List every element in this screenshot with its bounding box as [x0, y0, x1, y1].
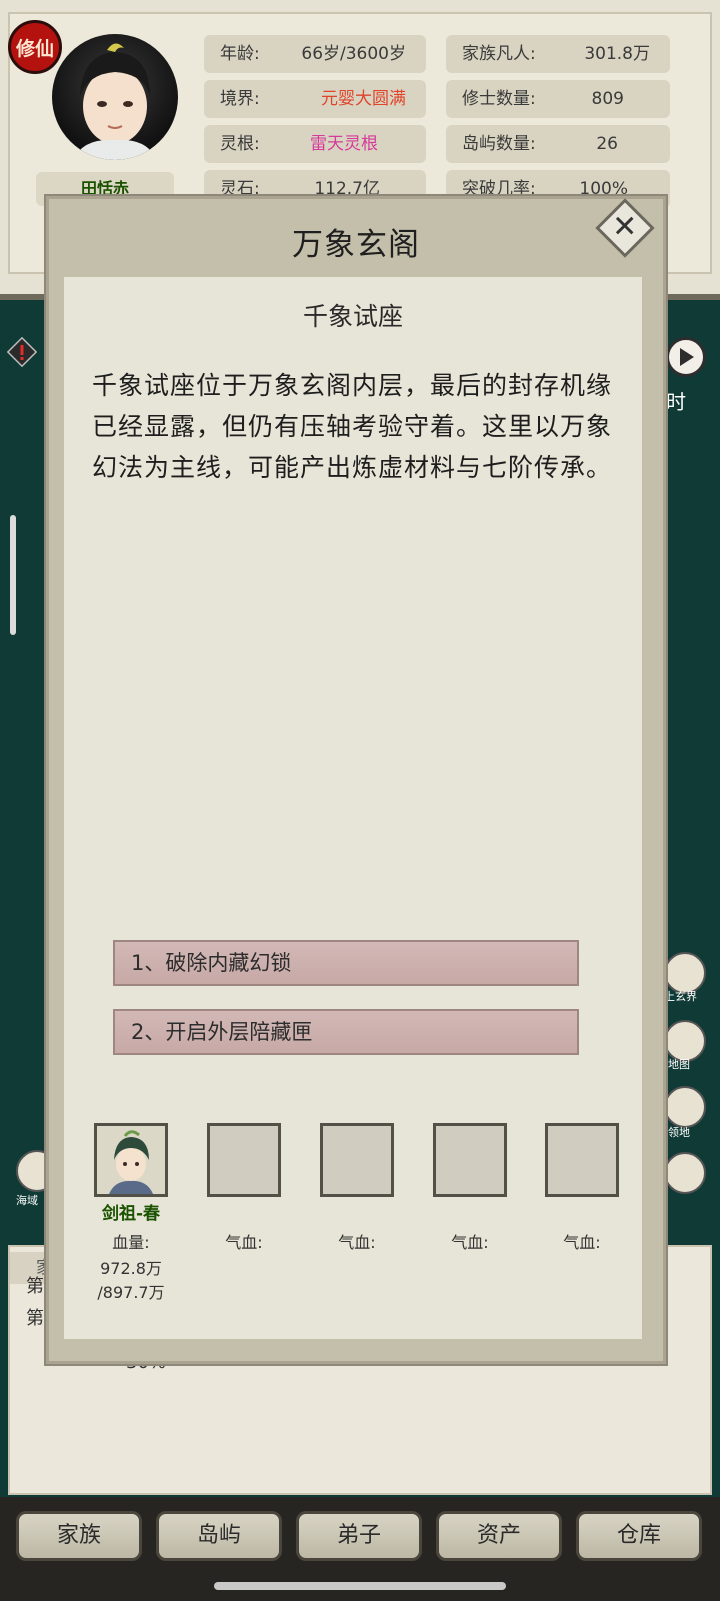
- team-slot-1[interactable]: [94, 1123, 168, 1197]
- list-item: 第: [26, 1308, 44, 1329]
- hero-name: 剑祖-春: [101, 1204, 161, 1224]
- slot-hp-label: 气血:: [563, 1233, 601, 1252]
- dialog-title: 万象玄阁: [292, 227, 420, 263]
- nav-islands-button[interactable]: 岛屿: [156, 1511, 282, 1561]
- stat-label: 年龄:: [220, 44, 260, 64]
- side-label-territory: 领地: [668, 1126, 690, 1139]
- hero-hp-max: /897.7万: [97, 1283, 165, 1302]
- warning-icon[interactable]: [6, 336, 38, 368]
- home-indicator[interactable]: [214, 1582, 506, 1590]
- stat-value: 雷天灵根: [310, 134, 378, 154]
- hero-hp-current: 972.8万: [100, 1259, 162, 1278]
- stat-label: 家族凡人:: [462, 44, 536, 64]
- stat-value: 301.8万: [584, 44, 650, 64]
- slot-hp-label: 气血:: [338, 1233, 376, 1252]
- stat-label: 灵根:: [220, 134, 260, 154]
- stat-realm: 境界: 元婴大圆满: [204, 80, 426, 118]
- stat-value: 809: [591, 89, 624, 109]
- cultivation-seal-icon[interactable]: 修仙: [8, 20, 62, 74]
- team-slot-3[interactable]: [320, 1123, 394, 1197]
- player-avatar[interactable]: [52, 34, 178, 160]
- team-slot-2[interactable]: [207, 1123, 281, 1197]
- option-button-2[interactable]: 2、开启外层陪藏匣: [113, 1009, 579, 1055]
- play-icon[interactable]: [666, 337, 706, 377]
- stat-mortals: 家族凡人: 301.8万: [446, 35, 670, 73]
- nav-family-button[interactable]: 家族: [16, 1511, 142, 1561]
- slot-hp-label: 气血:: [451, 1233, 489, 1252]
- gear-icon[interactable]: [664, 1152, 706, 1194]
- stat-age: 年龄: 66岁/3600岁: [204, 35, 426, 73]
- team-slot-5[interactable]: [545, 1123, 619, 1197]
- dialog-body: 千象试座 千象试座位于万象玄阁内层，最后的封存机缘已经显露，但仍有压轴考验守着。…: [64, 277, 642, 1339]
- side-label-sea: 海域: [16, 1194, 38, 1207]
- stat-cultivators: 修士数量: 809: [446, 80, 670, 118]
- stat-spirit-root: 灵根: 雷天灵根: [204, 125, 426, 163]
- option-button-1[interactable]: 1、破除内藏幻锁: [113, 940, 579, 986]
- team-slot-4[interactable]: [433, 1123, 507, 1197]
- list-item: 第: [26, 1276, 44, 1297]
- stat-value: 26: [596, 134, 618, 154]
- stat-label: 境界:: [220, 89, 260, 109]
- stat-islands: 岛屿数量: 26: [446, 125, 670, 163]
- stat-value: 66岁/3600岁: [301, 44, 406, 64]
- nav-warehouse-button[interactable]: 仓库: [576, 1511, 702, 1561]
- nav-disciples-button[interactable]: 弟子: [296, 1511, 422, 1561]
- slot-hp-label: 气血:: [225, 1233, 263, 1252]
- close-icon: ✕: [612, 209, 638, 245]
- stat-label: 修士数量:: [462, 89, 536, 109]
- side-label-upper-realm: 上玄界: [664, 990, 697, 1003]
- stat-value: 元婴大圆满: [321, 89, 406, 109]
- scrollbar[interactable]: [10, 515, 16, 635]
- hero-portrait: [97, 1126, 165, 1194]
- event-subtitle: 千象试座: [302, 302, 403, 331]
- time-label: 时: [666, 390, 686, 414]
- event-description: 千象试座位于万象玄阁内层，最后的封存机缘已经显露，但仍有压轴考验守着。这里以万象…: [92, 371, 613, 482]
- side-label-map: 地图: [668, 1058, 690, 1071]
- event-dialog: 万象玄阁 ✕ 千象试座 千象试座位于万象玄阁内层，最后的封存机缘已经显露，但仍有…: [46, 196, 666, 1364]
- stat-label: 岛屿数量:: [462, 134, 536, 154]
- territory-icon[interactable]: [664, 1086, 706, 1128]
- nav-assets-button[interactable]: 资产: [436, 1511, 562, 1561]
- hero-hp-label: 血量:: [112, 1233, 150, 1252]
